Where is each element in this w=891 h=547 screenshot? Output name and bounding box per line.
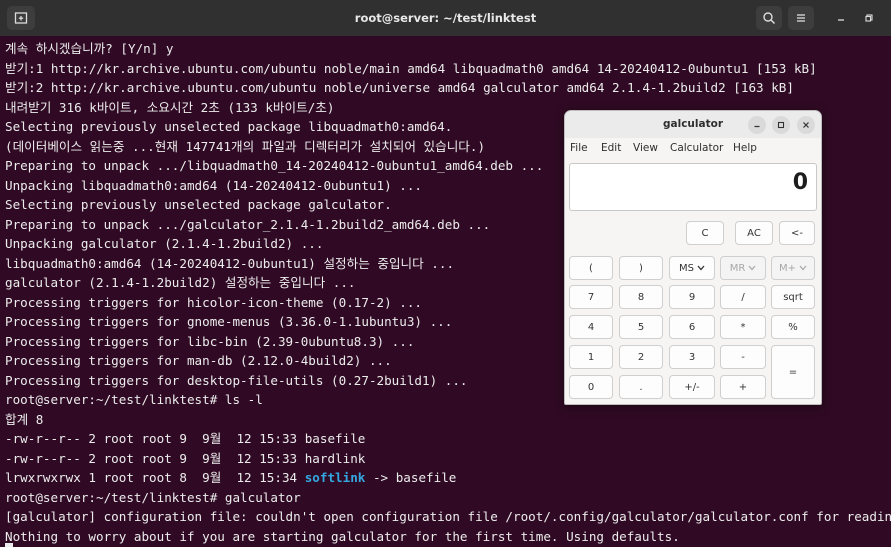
terminal-line: 받기:1 http://kr.archive.ubuntu.com/ubuntu… bbox=[5, 60, 817, 76]
terminal-line: Selecting previously unselected package … bbox=[5, 119, 453, 134]
terminal-cursor bbox=[5, 543, 13, 547]
menu-edit[interactable]: Edit bbox=[601, 142, 621, 154]
mr-label: MR bbox=[729, 262, 746, 274]
all-clear-button[interactable]: AC bbox=[735, 221, 773, 245]
terminal-line: Processing triggers for libc-bin (2.39-0… bbox=[5, 333, 415, 349]
multiply-button[interactable]: * bbox=[720, 315, 766, 339]
menu-button[interactable] bbox=[788, 6, 814, 30]
memory-add-button[interactable]: M+ bbox=[771, 256, 815, 280]
menu-help[interactable]: Help bbox=[733, 142, 757, 154]
terminal-line: (데이터베이스 읽는중 ...현재 147741개의 파일과 디렉터리가 설치되… bbox=[5, 138, 486, 154]
chevron-down-icon bbox=[748, 265, 756, 271]
terminal-line: root@server:~/test/linktest# ls -l bbox=[5, 392, 263, 407]
terminal-line: Preparing to unpack .../galculator_2.1.4… bbox=[5, 216, 491, 232]
ms-label: MS bbox=[679, 262, 694, 274]
symlink-target: -> basefile bbox=[365, 470, 457, 485]
search-button[interactable] bbox=[756, 6, 782, 30]
close-icon bbox=[803, 122, 809, 128]
minimize-icon bbox=[838, 19, 844, 21]
minimize-button[interactable] bbox=[829, 6, 853, 30]
search-icon bbox=[763, 12, 776, 25]
menu-view[interactable]: View bbox=[633, 142, 658, 154]
clear-button[interactable]: C bbox=[686, 221, 724, 245]
terminal-line: Unpacking libquadmath0:amd64 (14-2024041… bbox=[5, 177, 423, 193]
digit-3-button[interactable]: 3 bbox=[669, 345, 715, 369]
terminal-line: Preparing to unpack .../libquadmath0_14-… bbox=[5, 158, 544, 173]
mplus-label: M+ bbox=[778, 262, 796, 274]
symlink-name: softlink bbox=[304, 470, 366, 485]
restore-icon bbox=[865, 14, 873, 22]
digit-8-button[interactable]: 8 bbox=[619, 285, 663, 309]
calc-display: 0 bbox=[569, 163, 817, 211]
terminal-line: Processing triggers for gnome-menus (3.3… bbox=[5, 314, 453, 329]
terminal-titlebar: root@server: ~/test/linktest bbox=[0, 0, 891, 36]
terminal-line: 계속 하시겠습니까? [Y/n] y bbox=[5, 41, 174, 56]
maximize-button[interactable] bbox=[857, 6, 881, 30]
digit-0-button[interactable]: 0 bbox=[569, 375, 613, 399]
digit-5-button[interactable]: 5 bbox=[619, 315, 663, 339]
backspace-button[interactable]: <- bbox=[779, 221, 815, 245]
terminal-line: Processing triggers for desktop-file-uti… bbox=[5, 372, 468, 388]
digit-7-button[interactable]: 7 bbox=[569, 285, 613, 309]
terminal-line: 합계 8 bbox=[5, 411, 44, 427]
terminal-line: galculator (2.1.4-1.2build2) 설정하는 중입니다 .… bbox=[5, 275, 356, 290]
maximize-icon bbox=[777, 121, 785, 129]
close-paren-button[interactable]: ) bbox=[619, 256, 663, 280]
calc-titlebar: galculator bbox=[565, 111, 821, 138]
terminal-line-symlink: lrwxrwxrwx 1 root root 8 9월 12 15:34 sof… bbox=[5, 468, 456, 488]
terminal-line: -rw-r--r-- 2 root root 9 9월 12 15:33 har… bbox=[5, 450, 366, 466]
chevron-down-icon bbox=[697, 265, 705, 271]
terminal-line: [galculator] configuration file: couldn'… bbox=[5, 509, 891, 524]
terminal-line: root@server:~/test/linktest# galculator bbox=[5, 489, 301, 505]
add-button[interactable]: + bbox=[720, 375, 766, 399]
digit-9-button[interactable]: 9 bbox=[669, 285, 715, 309]
calc-maximize-button[interactable] bbox=[772, 116, 790, 134]
terminal-line: libquadmath0:amd64 (14-20240412-0ubuntu1… bbox=[5, 255, 455, 271]
terminal-line: Nothing to worry about if you are starti… bbox=[5, 528, 680, 544]
terminal-line: 내려받기 316 k바이트, 소요시간 2초 (133 k바이트/초) bbox=[5, 99, 335, 115]
digit-6-button[interactable]: 6 bbox=[669, 315, 715, 339]
menu-file[interactable]: File bbox=[570, 142, 588, 154]
digit-4-button[interactable]: 4 bbox=[569, 315, 613, 339]
menu-calculator[interactable]: Calculator bbox=[670, 142, 723, 154]
percent-button[interactable]: % bbox=[771, 315, 815, 339]
calc-menubar: File Edit View Calculator Help bbox=[565, 138, 821, 160]
terminal-line: 받기:2 http://kr.archive.ubuntu.com/ubuntu… bbox=[5, 80, 794, 95]
terminal-line: Unpacking galculator (2.1.4-1.2build2) .… bbox=[5, 236, 324, 251]
hamburger-icon bbox=[797, 14, 805, 22]
minimize-icon bbox=[754, 125, 760, 128]
digit-2-button[interactable]: 2 bbox=[619, 345, 663, 369]
open-paren-button[interactable]: ( bbox=[569, 256, 613, 280]
calc-close-button[interactable] bbox=[797, 116, 815, 134]
galculator-window: galculator File Edit View Calculator Hel… bbox=[564, 110, 822, 405]
ls-entry-prefix: lrwxrwxrwx 1 root root 8 9월 12 15:34 bbox=[5, 470, 305, 485]
terminal-line: Processing triggers for man-db (2.12.0-4… bbox=[5, 353, 392, 368]
display-value: 0 bbox=[792, 170, 808, 195]
terminal-line: Processing triggers for hicolor-icon-the… bbox=[5, 294, 423, 310]
terminal-line: Selecting previously unselected package … bbox=[5, 197, 392, 212]
decimal-point-button[interactable]: . bbox=[619, 375, 663, 399]
divide-button[interactable]: / bbox=[720, 285, 766, 309]
chevron-down-icon bbox=[799, 265, 807, 271]
calc-minimize-button[interactable] bbox=[748, 116, 766, 134]
memory-recall-button[interactable]: MR bbox=[720, 256, 766, 280]
sign-toggle-button[interactable]: +/- bbox=[669, 375, 715, 399]
subtract-button[interactable]: - bbox=[720, 345, 766, 369]
memory-store-button[interactable]: MS bbox=[669, 256, 715, 280]
terminal-line: -rw-r--r-- 2 root root 9 9월 12 15:33 bas… bbox=[5, 431, 366, 446]
equals-button[interactable]: = bbox=[771, 345, 815, 399]
digit-1-button[interactable]: 1 bbox=[569, 345, 613, 369]
sqrt-button[interactable]: sqrt bbox=[771, 285, 815, 309]
